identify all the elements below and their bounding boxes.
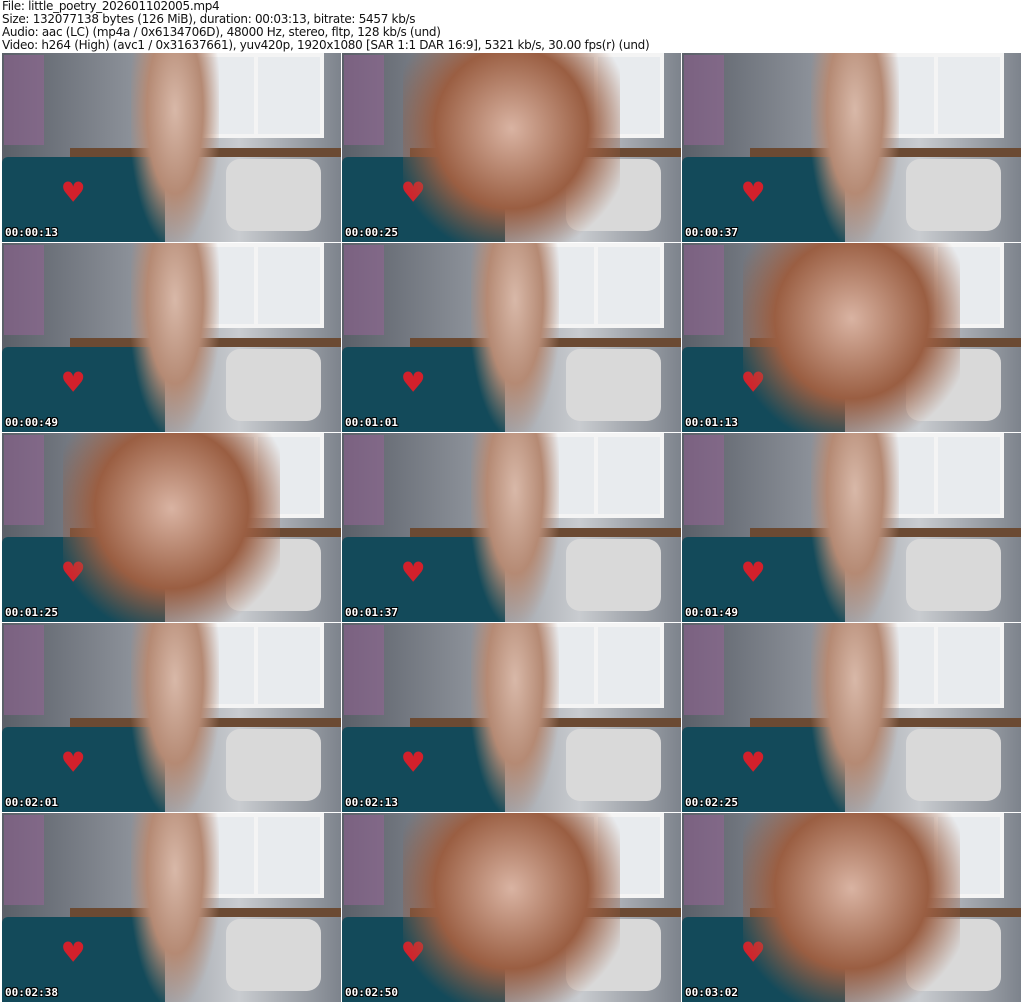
person-figure: [130, 813, 219, 1002]
video-thumbnail: ♥ 00:01:49: [682, 433, 1021, 622]
chair: [225, 728, 321, 801]
person-figure: [810, 53, 899, 242]
video-thumbnail: ♥00:01:13: [682, 243, 1021, 432]
timestamp: 00:00:25: [345, 226, 398, 239]
stream-overlay-panel: [684, 55, 724, 145]
person-figure: [743, 243, 960, 432]
person-figure: [810, 623, 899, 812]
timestamp: 00:01:13: [685, 416, 738, 429]
person-figure: [403, 813, 620, 1002]
video-thumbnail: ♥00:02:50: [342, 813, 681, 1002]
timestamp: 00:01:25: [5, 606, 58, 619]
timestamp: 00:00:49: [5, 416, 58, 429]
stream-overlay-panel: [684, 815, 724, 905]
timestamp: 00:02:13: [345, 796, 398, 809]
file-info-header: File: little_poetry_202601102005.mp4 Siz…: [2, 0, 650, 52]
video-thumbnail: ♥ 00:00:49: [2, 243, 341, 432]
chair: [565, 348, 661, 421]
person-figure: [130, 53, 219, 242]
heart-pillow-icon: ♥: [743, 552, 764, 593]
timestamp: 00:01:49: [685, 606, 738, 619]
stream-overlay-panel: [344, 815, 384, 905]
timestamp: 00:02:38: [5, 986, 58, 999]
video-thumbnail: ♥ 00:02:25: [682, 623, 1021, 812]
chair: [905, 728, 1001, 801]
video-thumbnail: ♥ 00:02:38: [2, 813, 341, 1002]
person-figure: [743, 813, 960, 1002]
stream-overlay-panel: [4, 55, 44, 145]
stream-overlay-panel: [4, 435, 44, 525]
stream-overlay-panel: [684, 625, 724, 715]
person-figure: [130, 243, 219, 432]
heart-pillow-icon: ♥: [63, 932, 84, 973]
chair: [905, 158, 1001, 231]
stream-overlay-panel: [4, 245, 44, 335]
heart-pillow-icon: ♥: [403, 362, 424, 403]
stream-overlay-panel: [684, 245, 724, 335]
person-figure: [810, 433, 899, 622]
heart-pillow-icon: ♥: [63, 172, 84, 213]
chair: [565, 538, 661, 611]
video-thumbnail: ♥ 00:01:37: [342, 433, 681, 622]
chair: [225, 918, 321, 991]
heart-pillow-icon: ♥: [403, 552, 424, 593]
chair: [905, 538, 1001, 611]
stream-overlay-panel: [344, 55, 384, 145]
stream-overlay-panel: [684, 435, 724, 525]
stream-overlay-panel: [344, 435, 384, 525]
timestamp: 00:02:25: [685, 796, 738, 809]
heart-pillow-icon: ♥: [63, 742, 84, 783]
stream-overlay-panel: [344, 625, 384, 715]
person-figure: [130, 623, 219, 812]
chair: [565, 728, 661, 801]
timestamp: 00:02:50: [345, 986, 398, 999]
video-thumbnail: ♥ 00:02:01: [2, 623, 341, 812]
video-thumbnail: ♥00:01:25: [2, 433, 341, 622]
chair: [225, 348, 321, 421]
video-info: Video: h264 (High) (avc1 / 0x31637661), …: [2, 38, 650, 52]
video-thumbnail: ♥00:00:25: [342, 53, 681, 242]
heart-pillow-icon: ♥: [403, 742, 424, 783]
timestamp: 00:02:01: [5, 796, 58, 809]
video-thumbnail: ♥ 00:00:13: [2, 53, 341, 242]
heart-pillow-icon: ♥: [63, 362, 84, 403]
chair: [225, 158, 321, 231]
stream-overlay-panel: [4, 815, 44, 905]
timestamp: 00:00:13: [5, 226, 58, 239]
timestamp: 00:01:37: [345, 606, 398, 619]
person-figure: [470, 433, 559, 622]
timestamp: 00:01:01: [345, 416, 398, 429]
person-figure: [470, 623, 559, 812]
stream-overlay-panel: [344, 245, 384, 335]
heart-pillow-icon: ♥: [743, 742, 764, 783]
heart-pillow-icon: ♥: [743, 172, 764, 213]
person-figure: [63, 433, 280, 622]
person-figure: [470, 243, 559, 432]
timestamp: 00:03:02: [685, 986, 738, 999]
video-thumbnail: ♥00:03:02: [682, 813, 1021, 1002]
timestamp: 00:00:37: [685, 226, 738, 239]
video-thumbnail: ♥ 00:01:01: [342, 243, 681, 432]
person-figure: [403, 53, 620, 242]
thumbnail-grid: ♥00:00:13♥00:00:25♥00:00:37♥00:00:49♥00:…: [2, 53, 1021, 1002]
stream-overlay-panel: [4, 625, 44, 715]
video-thumbnail: ♥ 00:00:37: [682, 53, 1021, 242]
video-thumbnail: ♥ 00:02:13: [342, 623, 681, 812]
